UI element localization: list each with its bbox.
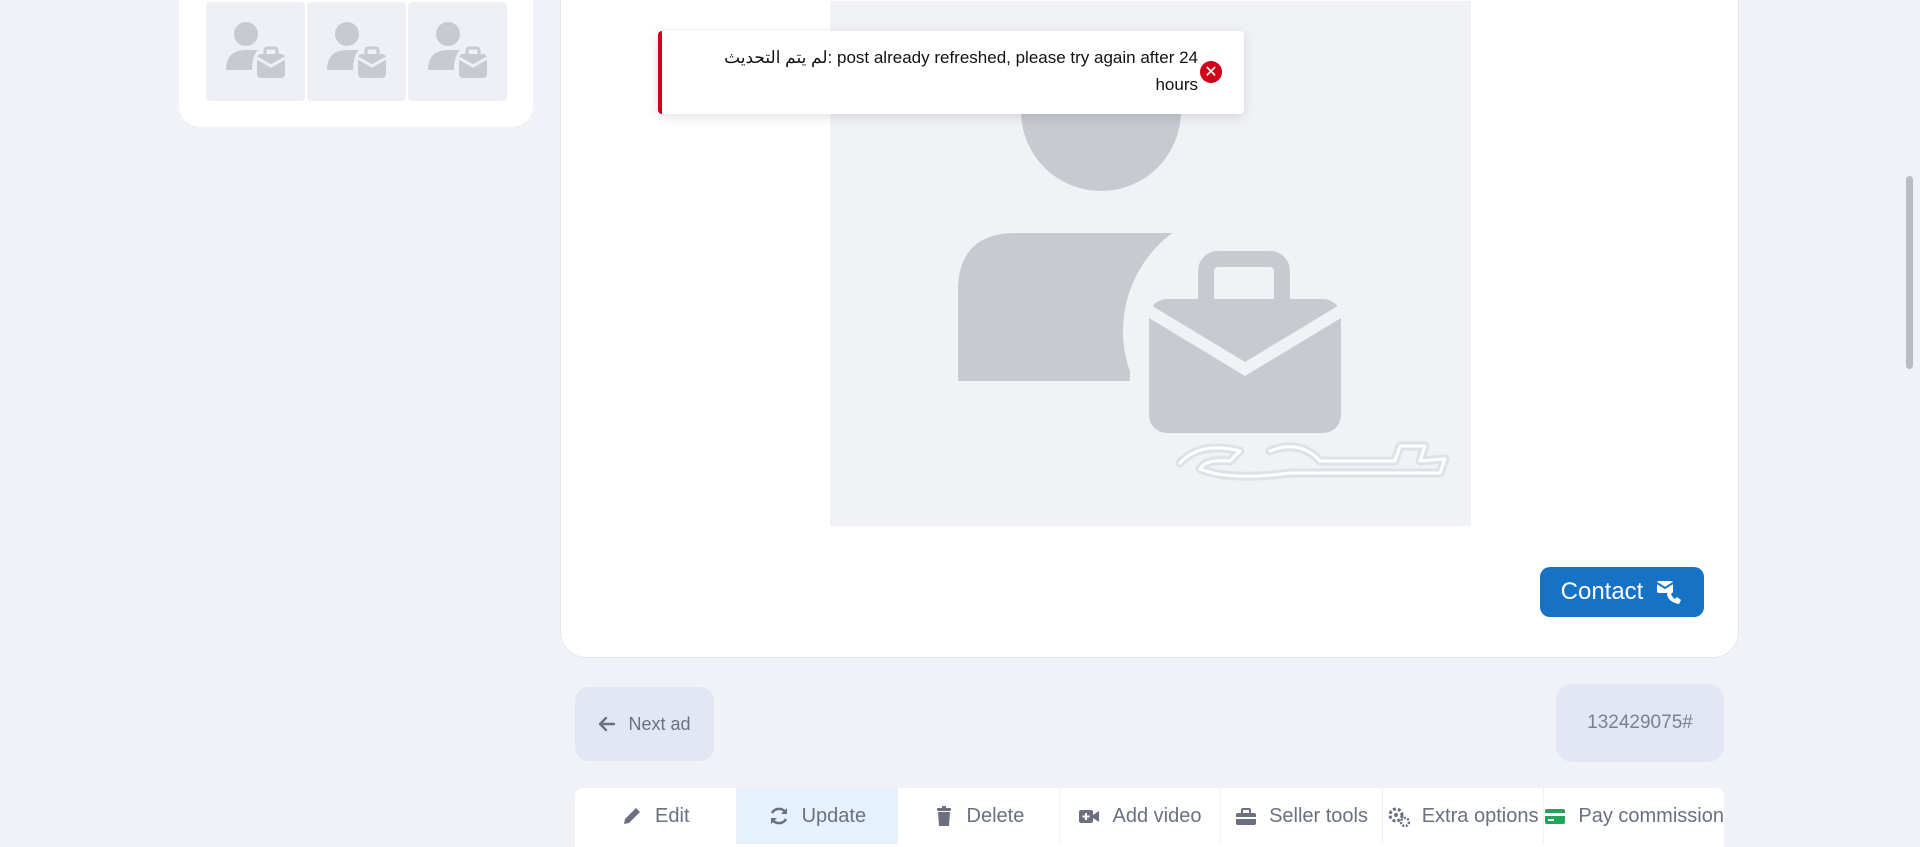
- add-video-label: Add video: [1112, 804, 1202, 827]
- pay-commission-button[interactable]: Pay commission: [1544, 788, 1724, 844]
- next-ad-label: Next ad: [628, 713, 691, 734]
- thumbnail[interactable]: [307, 2, 406, 101]
- pay-commission-label: Pay commission: [1578, 804, 1724, 827]
- delete-label: Delete: [966, 804, 1025, 827]
- pencil-icon: [624, 808, 641, 824]
- contact-button[interactable]: Contact: [1540, 567, 1704, 617]
- seller-tools-button[interactable]: Seller tools: [1221, 788, 1383, 844]
- video-camera-icon: [1079, 810, 1100, 823]
- extra-options-label: Extra options: [1421, 804, 1539, 827]
- thumbnail-strip: [206, 2, 507, 101]
- toolbox-icon: [1236, 808, 1257, 825]
- toast-message: لم يتم التحديث: post already refreshed, …: [678, 44, 1198, 98]
- credit-card-icon: [1545, 809, 1566, 824]
- delete-button[interactable]: Delete: [898, 788, 1060, 844]
- toast-message-line: hours: [1155, 75, 1198, 94]
- seller-tools-label: Seller tools: [1269, 804, 1368, 827]
- extra-options-button[interactable]: Extra options: [1383, 788, 1545, 844]
- add-video-button[interactable]: Add video: [1060, 788, 1222, 844]
- thumbnail[interactable]: [206, 2, 305, 101]
- envelope-phone-icon: [1656, 581, 1682, 604]
- haraj-watermark-logo: [1175, 441, 1450, 481]
- related-ads-card: [179, 0, 533, 127]
- toast-message-line: لم يتم التحديث: post already refreshed, …: [724, 48, 1198, 67]
- person-briefcase-icon: [327, 22, 387, 78]
- person-briefcase-icon: [226, 22, 286, 78]
- refresh-icon: [770, 807, 787, 825]
- next-ad-button[interactable]: Next ad: [575, 687, 714, 761]
- update-label: Update: [801, 804, 867, 827]
- thumbnail[interactable]: [408, 2, 507, 101]
- ad-actions-toolbar: Edit Update Delete Add video Seller tool…: [575, 788, 1724, 847]
- trash-icon: [936, 806, 951, 826]
- arrow-left-icon: [599, 716, 616, 732]
- gears-icon: [1388, 807, 1410, 827]
- error-toast: لم يتم التحديث: post already refreshed, …: [658, 31, 1244, 114]
- page-scrollbar[interactable]: [1906, 176, 1913, 369]
- edit-label: Edit: [655, 804, 690, 827]
- edit-button[interactable]: Edit: [575, 788, 737, 844]
- update-button[interactable]: Update: [736, 788, 899, 844]
- close-icon[interactable]: ✕: [1200, 61, 1222, 83]
- contact-button-label: Contact: [1560, 578, 1644, 605]
- person-briefcase-icon: [428, 22, 488, 78]
- ad-id-badge: 132429075#: [1556, 684, 1724, 762]
